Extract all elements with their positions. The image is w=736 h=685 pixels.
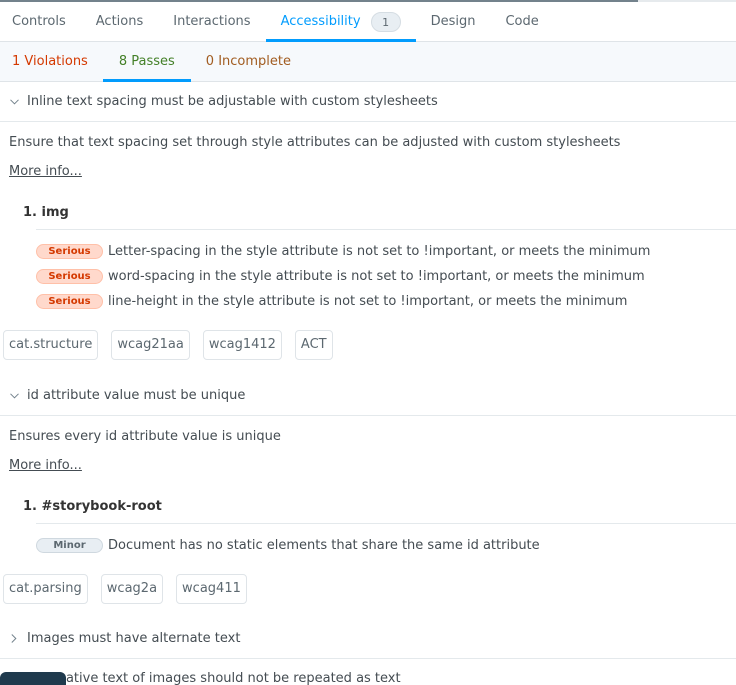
check-list: Serious Letter-spacing in the style attr…	[36, 229, 736, 314]
check-row: Serious line-height in the style attribu…	[36, 289, 736, 314]
tab-actions[interactable]: Actions	[81, 2, 159, 41]
rule-title: id attribute value must be unique	[27, 388, 246, 403]
tag[interactable]: wcag21aa	[111, 330, 190, 360]
chevron-right-icon	[8, 634, 20, 643]
tab-interactions[interactable]: Interactions	[158, 2, 265, 41]
node-selector: 1. img	[23, 205, 69, 220]
check-text: line-height in the style attribute is no…	[108, 294, 628, 309]
tab-incomplete[interactable]: 0 Incomplete	[191, 42, 306, 81]
rule-title: Images must have alternate text	[27, 631, 241, 646]
tag[interactable]: wcag2a	[100, 573, 164, 604]
rule-item: id attribute value must be unique Ensure…	[0, 376, 736, 619]
check-list: Minor Document has no static elements th…	[36, 523, 736, 558]
tag[interactable]: cat.parsing	[3, 573, 88, 604]
impact-badge: Serious	[36, 269, 103, 284]
rule-item: Alternative text of images should not be…	[0, 659, 736, 685]
rule-item: Images must have alternate text	[0, 619, 736, 659]
more-info-link[interactable]: More info...	[9, 164, 82, 179]
tab-design[interactable]: Design	[416, 2, 491, 41]
more-info-link[interactable]: More info...	[9, 458, 82, 473]
addon-tab-bar: Controls Actions Interactions Accessibil…	[0, 2, 736, 42]
rule-header[interactable]: id attribute value must be unique	[0, 376, 736, 416]
rule-details: Ensures every id attribute value is uniq…	[0, 416, 736, 619]
tag-list: cat.parsing wcag2a wcag411	[0, 558, 736, 619]
tab-accessibility[interactable]: Accessibility 1	[265, 2, 416, 42]
rule-title: Alternative text of images should not be…	[27, 671, 401, 685]
tab-passes[interactable]: 8 Passes	[102, 42, 191, 82]
check-row: Serious word-spacing in the style attrib…	[36, 264, 736, 289]
results-tab-bar: 1 Violations 8 Passes 0 Incomplete	[0, 42, 736, 82]
impact-badge: Minor	[36, 538, 103, 553]
check-text: word-spacing in the style attribute is n…	[108, 269, 645, 284]
tag-list: cat.structure wcag21aa wcag1412 ACT	[0, 314, 736, 376]
rule-details: Ensure that text spacing set through sty…	[0, 122, 736, 376]
tab-label: Interactions	[173, 14, 251, 29]
tag[interactable]: wcag411	[176, 573, 247, 604]
chevron-down-icon	[8, 98, 20, 105]
tab-label: Design	[430, 14, 476, 29]
check-text: Document has no static elements that sha…	[108, 538, 540, 553]
tab-label: Actions	[95, 14, 144, 29]
rule-header[interactable]: Images must have alternate text	[0, 619, 736, 659]
violation-count-badge: 1	[370, 11, 401, 32]
impact-badge: Serious	[36, 244, 103, 259]
tag[interactable]: ACT	[294, 330, 333, 360]
impact-badge: Serious	[36, 294, 103, 309]
rule-header[interactable]: Alternative text of images should not be…	[0, 659, 736, 685]
tag[interactable]: cat.structure	[3, 330, 99, 360]
results-list: Inline text spacing must be adjustable w…	[0, 82, 736, 685]
rule-title: Inline text spacing must be adjustable w…	[27, 94, 438, 109]
tab-label: Accessibility	[280, 14, 361, 29]
rule-description: Ensures every id attribute value is uniq…	[9, 429, 281, 444]
chevron-down-icon	[8, 392, 20, 399]
tab-violations[interactable]: 1 Violations	[0, 42, 103, 81]
tag[interactable]: wcag1412	[202, 330, 282, 360]
tab-label: Controls	[12, 14, 66, 29]
tab-code[interactable]: Code	[490, 2, 553, 41]
check-text: Letter-spacing in the style attribute is…	[108, 244, 651, 259]
check-row: Minor Document has no static elements th…	[36, 533, 736, 558]
rule-description: Ensure that text spacing set through sty…	[9, 135, 621, 150]
rule-header[interactable]: Inline text spacing must be adjustable w…	[0, 82, 736, 122]
rule-item: Inline text spacing must be adjustable w…	[0, 82, 736, 376]
node-selector: 1. #storybook-root	[23, 499, 162, 514]
floating-button[interactable]	[0, 672, 66, 685]
check-row: Serious Letter-spacing in the style attr…	[36, 239, 736, 264]
tab-controls[interactable]: Controls	[0, 2, 81, 41]
tab-label: Code	[505, 14, 539, 29]
